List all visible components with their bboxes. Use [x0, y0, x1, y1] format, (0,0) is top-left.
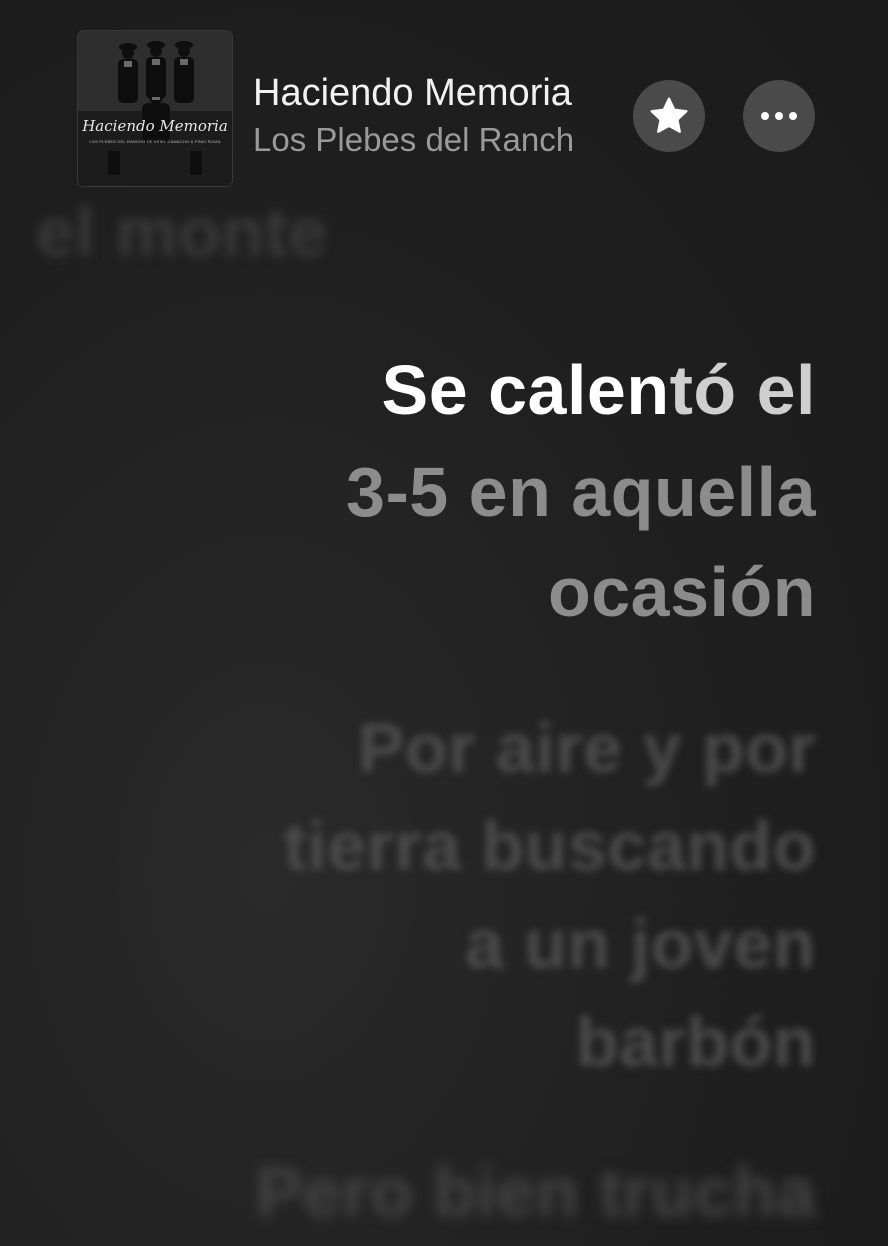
- more-options-button[interactable]: [743, 80, 815, 152]
- lyric-line-upcoming[interactable]: barbón: [576, 1002, 816, 1082]
- album-script-title: Haciendo Memoria: [82, 117, 228, 135]
- favorite-button[interactable]: [633, 80, 705, 152]
- star-icon: [650, 97, 688, 133]
- lyric-line-upcoming[interactable]: Pero bien trucha: [256, 1152, 816, 1232]
- ellipsis-icon: [761, 112, 797, 120]
- album-artwork[interactable]: Haciendo Memoria LOS PLEBES DEL RANCHO D…: [78, 31, 232, 186]
- lyric-line-upcoming[interactable]: a un joven: [465, 904, 816, 984]
- lyric-unsung-text: tó el: [669, 351, 816, 429]
- lyric-line-upcoming[interactable]: tierra buscando: [283, 806, 816, 886]
- lyric-line-previous[interactable]: el monte: [36, 192, 328, 272]
- album-credits: LOS PLEBES DEL RANCHO DE ARIEL CAMACHO &…: [89, 139, 221, 144]
- lyric-sung-text: Se calen: [381, 351, 670, 429]
- track-info[interactable]: Haciendo Memoria Los Plebes del Ranch: [253, 70, 623, 164]
- now-playing-header: Haciendo Memoria LOS PLEBES DEL RANCHO D…: [0, 0, 888, 200]
- album-artwork-figures: [78, 31, 232, 186]
- lyric-line-upcoming[interactable]: Por aire y por: [358, 708, 816, 788]
- lyric-line-current-3[interactable]: ocasión: [548, 552, 816, 632]
- lyric-line-current-1[interactable]: Se calentó el: [382, 350, 816, 430]
- lyric-line-current-2[interactable]: 3-5 en aquella: [346, 452, 816, 532]
- track-title: Haciendo Memoria: [253, 72, 572, 114]
- track-artist: Los Plebes del Ranch: [253, 121, 575, 158]
